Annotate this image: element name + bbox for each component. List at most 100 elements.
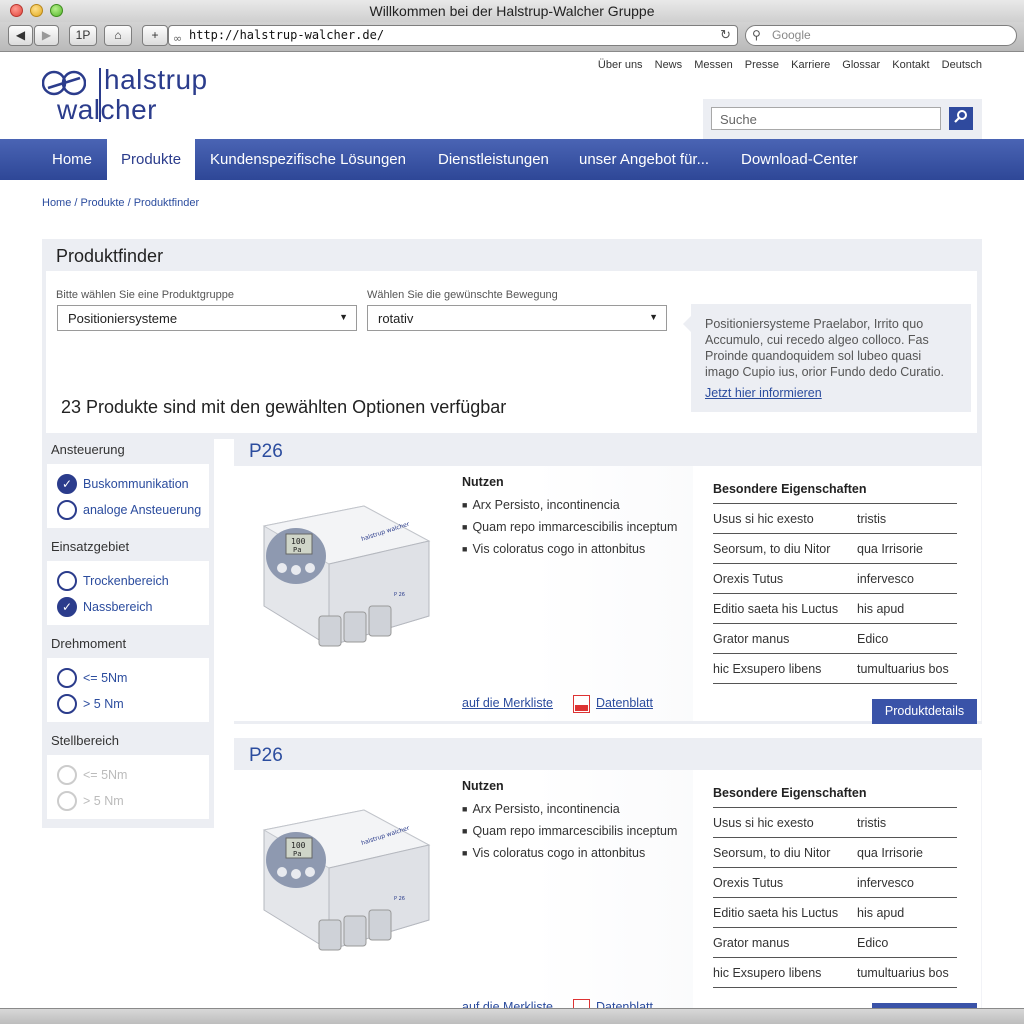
property-value: qua Irrisorie (857, 846, 923, 860)
url-field[interactable]: ∞ http://halstrup-walcher.de/ ↻ (168, 25, 738, 46)
product-group-value: Positioniersysteme (68, 311, 178, 326)
property-value: infervesco (857, 876, 914, 890)
merkliste-link[interactable]: auf die Merkliste (462, 696, 553, 710)
filter-title-ansteuerung: Ansteuerung (51, 442, 125, 457)
nav-download-center[interactable]: Download-Center (741, 139, 858, 180)
filter-option-label: Nassbereich (83, 600, 153, 614)
reload-icon[interactable]: ↻ (720, 26, 731, 45)
product-body: 100 Pa halstrup walcher P 26 Nutzen Arx … (234, 466, 982, 724)
filter-option-label: <= 5Nm (83, 671, 128, 685)
property-key: Seorsum, to diu Nitor (713, 542, 831, 556)
search-icon: ⚲ (752, 28, 761, 42)
filter-option-label: > 5 Nm (83, 697, 124, 711)
checkbox-unchecked-icon (57, 500, 77, 520)
product-details-button[interactable]: Produktdetails (872, 699, 977, 724)
filter-option-buskommunikation[interactable]: ✓ Buskommunikation (57, 474, 189, 494)
topnav-glossar[interactable]: Glossar (842, 59, 880, 71)
checkbox-unchecked-icon (57, 571, 77, 591)
filter-option-stellbereich-low: <= 5Nm (57, 765, 127, 785)
property-row: Grator manus Edico (713, 623, 957, 653)
site-icon: ∞ (173, 32, 183, 45)
device-display-value: 100 (291, 841, 306, 850)
filter-title-einsatzgebiet: Einsatzgebiet (51, 539, 130, 554)
nav-dienstleistungen[interactable]: Dienstleistungen (438, 139, 549, 180)
onepassword-button[interactable]: 1P (69, 25, 97, 46)
product-name[interactable]: P26 (249, 441, 283, 463)
filter-option-label: Buskommunikation (83, 477, 189, 491)
filter-option-drehmoment-high[interactable]: > 5 Nm (57, 694, 124, 714)
product-image[interactable]: 100 Pa halstrup walcher P 26 (244, 486, 434, 656)
nutzen-title: Nutzen (462, 475, 504, 489)
filter-option-label: Trockenbereich (83, 574, 169, 588)
topnav-news[interactable]: News (655, 59, 683, 71)
filter-title-drehmoment: Drehmoment (51, 636, 127, 651)
checkbox-checked-icon: ✓ (57, 597, 77, 617)
search-icon (954, 110, 967, 123)
google-search-field[interactable]: ⚲ Google (745, 25, 1017, 46)
nav-produkte[interactable]: Produkte (107, 139, 196, 180)
topnav-kontakt[interactable]: Kontakt (892, 59, 929, 71)
browser-statusbar (0, 1008, 1024, 1024)
nav-home[interactable]: Home (52, 139, 92, 180)
device-display-unit: Pa (293, 546, 301, 554)
filter-title-stellbereich: Stellbereich (51, 733, 119, 748)
site-logo[interactable]: halstrup walcher (42, 64, 222, 128)
product-card: P26 100 Pa halstrup walcher P 26 Nutzen … (234, 434, 982, 724)
pdf-icon[interactable] (573, 695, 590, 713)
topnav-ueber-uns[interactable]: Über uns (598, 59, 643, 71)
home-icon[interactable]: ⌂ (104, 25, 132, 46)
google-search-placeholder: Google (772, 28, 811, 42)
property-row: Usus si hic exesto tristis (713, 807, 957, 837)
nutzen-bullet: Vis coloratus cogo in attonbitus (462, 542, 645, 556)
minimize-window-icon[interactable] (30, 4, 43, 17)
info-box-pointer (683, 316, 691, 332)
motion-select[interactable]: rotativ ▼ (367, 305, 667, 331)
topnav-karriere[interactable]: Karriere (791, 59, 830, 71)
property-key: Grator manus (713, 936, 790, 950)
search-button[interactable] (949, 107, 973, 130)
filter-option-nassbereich[interactable]: ✓ Nassbereich (57, 597, 152, 617)
properties-panel: Besondere Eigenschaften Usus si hic exes… (693, 466, 981, 721)
filter-group-einsatzgebiet: Trockenbereich ✓ Nassbereich (47, 561, 209, 625)
property-row: Orexis Tutus infervesco (713, 563, 957, 593)
nutzen-bullet: Quam repo immarcescibilis inceptum (462, 520, 677, 534)
topnav-messen[interactable]: Messen (694, 59, 733, 71)
properties-panel: Besondere Eigenschaften Usus si hic exes… (693, 770, 981, 1024)
datenblatt-link[interactable]: Datenblatt (596, 696, 653, 710)
back-icon[interactable]: ◀ (8, 25, 33, 46)
site-search-input[interactable]: Suche (711, 107, 941, 130)
product-image[interactable]: 100 Pa halstrup walcher P 26 (244, 790, 434, 960)
nutzen-bullet: Arx Persisto, incontinencia (462, 498, 619, 512)
property-value: tristis (857, 512, 887, 526)
main-nav: Home Produkte Kundenspezifische Lösungen… (0, 139, 1024, 180)
close-window-icon[interactable] (10, 4, 23, 17)
nutzen-title: Nutzen (462, 779, 504, 793)
topnav-presse[interactable]: Presse (745, 59, 779, 71)
info-box: Positioniersysteme Praelabor, Irrito quo… (683, 304, 971, 412)
filter-option-trockenbereich[interactable]: Trockenbereich (57, 571, 169, 591)
property-row: Grator manus Edico (713, 927, 957, 957)
topnav-language[interactable]: Deutsch (942, 59, 982, 71)
finder-panel: Bitte wählen Sie eine Produktgruppe Posi… (46, 271, 977, 433)
top-nav: Über uns News Messen Presse Karriere Glo… (589, 59, 982, 71)
forward-icon[interactable]: ▶ (34, 25, 59, 46)
checkbox-unchecked-icon (57, 694, 77, 714)
filter-option-drehmoment-low[interactable]: <= 5Nm (57, 668, 127, 688)
product-group-select[interactable]: Positioniersysteme ▼ (57, 305, 357, 331)
breadcrumb[interactable]: Home / Produkte / Produktfinder (42, 197, 199, 209)
product-card: P26 100 Pa halstrup walcher P 26 Nutzen … (234, 738, 982, 1024)
nutzen-bullet: Vis coloratus cogo in attonbitus (462, 846, 645, 860)
property-value: tumultuarius bos (857, 662, 949, 676)
window-titlebar: Willkommen bei der Halstrup-Walcher Grup… (0, 0, 1024, 22)
property-value: his apud (857, 906, 905, 920)
nav-kundenspezifische-loesungen[interactable]: Kundenspezifische Lösungen (210, 139, 406, 180)
zoom-window-icon[interactable] (50, 4, 63, 17)
property-key: hic Exsupero libens (713, 662, 822, 676)
add-bookmark-button[interactable]: + (142, 25, 168, 46)
filter-option-analoge-ansteuerung[interactable]: analoge Ansteuerung (57, 500, 201, 520)
property-value: Edico (857, 936, 889, 950)
info-link[interactable]: Jetzt hier informieren (705, 385, 957, 401)
filter-option-label: > 5 Nm (83, 794, 124, 808)
product-name[interactable]: P26 (249, 745, 283, 767)
nav-angebot[interactable]: unser Angebot für... (579, 139, 709, 180)
